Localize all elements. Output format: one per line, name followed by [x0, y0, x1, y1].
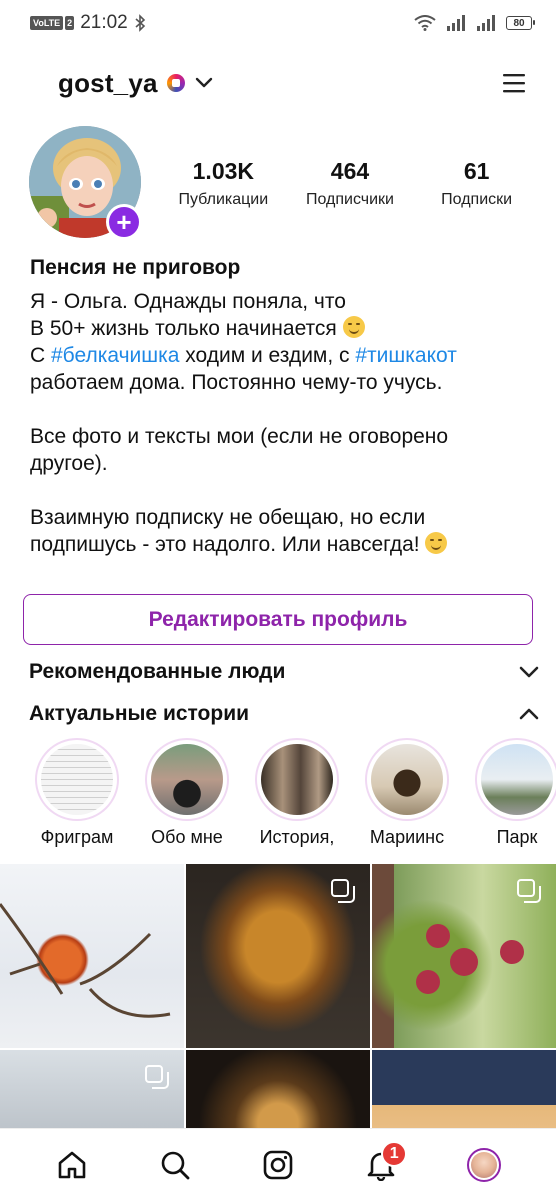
- bio-text-part: ходим и ездим, с: [179, 344, 356, 367]
- bio-line: С #белкачишка ходим и ездим, с #тишкакот: [30, 342, 530, 369]
- bio-name: Пенсия не приговор: [30, 256, 241, 279]
- avatar: [467, 1147, 502, 1182]
- stat-label: Подписчики: [305, 191, 394, 208]
- multi-post-icon: [145, 1065, 169, 1089]
- multi-post-icon: [517, 879, 541, 903]
- bio-line: Я - Ольга. Однажды поняла, что: [30, 290, 346, 313]
- bio-line: работаем дома. Постоянно чему-то учусь.: [30, 371, 443, 394]
- highlight-label: Парк: [496, 827, 538, 847]
- highlight-cover: [151, 744, 223, 815]
- highlight-cover: [481, 744, 553, 815]
- bio-line-text: В 50+ жизнь только начинается: [30, 317, 337, 340]
- nav-search[interactable]: [145, 1135, 205, 1195]
- bio-line-text: подпишусь - это надолго. Или навсегда!: [30, 533, 420, 556]
- notification-count-badge: 1: [381, 1140, 408, 1167]
- highlights-row[interactable]: Актуальные истории: [29, 702, 539, 726]
- highlight-item[interactable]: Обо мне: [132, 738, 242, 848]
- sim-badge: 2: [65, 16, 75, 30]
- post-thumbnail[interactable]: [0, 864, 184, 1048]
- story-highlights: Фриграм Обо мне История, Мариинс Парк: [0, 738, 556, 848]
- bio-text: Я - Ольга. Однажды поняла, что В 50+ жиз…: [30, 288, 530, 558]
- status-bar: VoLTE 2 21:02 80: [0, 0, 556, 46]
- highlight-label: Обо мне: [151, 827, 223, 847]
- stat-value: 1.03K: [192, 158, 255, 184]
- highlight-label: Фриграм: [40, 827, 114, 847]
- smirk-emoji-icon: [342, 316, 365, 338]
- home-icon: [58, 1151, 85, 1178]
- menu-icon[interactable]: [502, 72, 526, 94]
- signal-icon-2: [477, 15, 495, 31]
- camera-icon: [263, 1150, 293, 1179]
- post-thumbnail[interactable]: [0, 1050, 184, 1128]
- highlight-item[interactable]: Фриграм: [22, 738, 132, 848]
- highlight-label: История,: [259, 827, 335, 847]
- profile-avatar[interactable]: +: [29, 126, 142, 240]
- section-title: Актуальные истории: [29, 702, 250, 725]
- profile-header: gost_ya: [0, 58, 556, 108]
- nav-notifications[interactable]: 1: [351, 1135, 411, 1195]
- section-title: Рекомендованные люди: [29, 660, 286, 683]
- hashtag-link[interactable]: #тишкакот: [355, 344, 456, 367]
- clock: 21:02: [80, 12, 128, 33]
- highlight-item[interactable]: Парк: [462, 738, 556, 848]
- post-thumbnail[interactable]: [372, 1050, 556, 1128]
- chevron-down-icon[interactable]: [519, 665, 539, 679]
- bio-line: Взаимную подписку не обещаю, но если: [30, 506, 426, 529]
- highlight-item[interactable]: Мариинс: [352, 738, 462, 848]
- edit-profile-button[interactable]: Редактировать профиль: [23, 594, 533, 645]
- post-thumbnail[interactable]: [186, 864, 370, 1048]
- creator-badge-icon: [166, 74, 185, 92]
- battery-indicator: 80: [506, 16, 535, 30]
- bluetooth-icon: [135, 14, 145, 32]
- stat-posts[interactable]: 1.03K Публикации: [173, 158, 273, 209]
- posts-grid: [0, 864, 556, 1128]
- smirk-emoji-icon: [425, 532, 448, 554]
- add-story-button[interactable]: +: [106, 204, 142, 240]
- username[interactable]: gost_ya: [58, 68, 158, 99]
- stat-value: 464: [330, 158, 370, 184]
- post-thumbnail[interactable]: [186, 1050, 370, 1128]
- hashtag-link[interactable]: #белкачишка: [51, 344, 179, 367]
- status-right: 80: [414, 15, 535, 31]
- status-left: VoLTE 2 21:02: [30, 12, 146, 34]
- profile-bio: Пенсия не приговор Я - Ольга. Однажды по…: [30, 256, 530, 558]
- bio-line: другое).: [30, 452, 108, 475]
- nav-profile[interactable]: [454, 1135, 514, 1195]
- wifi-icon: [414, 15, 436, 31]
- highlight-label: Мариинс: [369, 827, 445, 847]
- bio-line: подпишусь - это надолго. Или навсегда!: [30, 531, 530, 558]
- highlight-cover: [41, 744, 113, 815]
- stat-label: Подписки: [441, 191, 513, 208]
- highlight-ring: [145, 738, 229, 821]
- chevron-down-icon[interactable]: [195, 77, 213, 89]
- post-image: [0, 903, 171, 1018]
- stat-followers[interactable]: 464 Подписчики: [300, 158, 400, 209]
- chevron-up-icon[interactable]: [519, 707, 539, 721]
- nav-home[interactable]: [42, 1135, 102, 1195]
- search-icon: [161, 1151, 190, 1179]
- highlight-item[interactable]: История,: [242, 738, 352, 848]
- highlight-ring: [35, 738, 119, 821]
- recommended-people-row[interactable]: Рекомендованные люди: [29, 660, 539, 684]
- signal-icon: [447, 15, 465, 31]
- bio-text-part: С: [30, 344, 51, 367]
- highlight-ring: [475, 738, 556, 821]
- stat-label: Публикации: [178, 191, 269, 208]
- bio-line: В 50+ жизнь только начинается: [30, 315, 530, 342]
- highlight-cover: [371, 744, 443, 815]
- highlight-ring: [365, 738, 449, 821]
- stat-following[interactable]: 61 Подписки: [427, 158, 527, 209]
- stat-value: 61: [463, 158, 490, 184]
- highlight-cover: [261, 744, 333, 815]
- bottom-navigation: 1: [0, 1128, 556, 1200]
- bio-line: Все фото и тексты мои (если не оговорено: [30, 425, 449, 448]
- multi-post-icon: [331, 879, 355, 903]
- profile-stats: 1.03K Публикации 464 Подписчики 61 Подпи…: [160, 158, 540, 209]
- post-thumbnail[interactable]: [372, 864, 556, 1048]
- nav-create[interactable]: [248, 1135, 308, 1195]
- volte-badge: VoLTE: [30, 16, 64, 30]
- highlight-ring: [255, 738, 339, 821]
